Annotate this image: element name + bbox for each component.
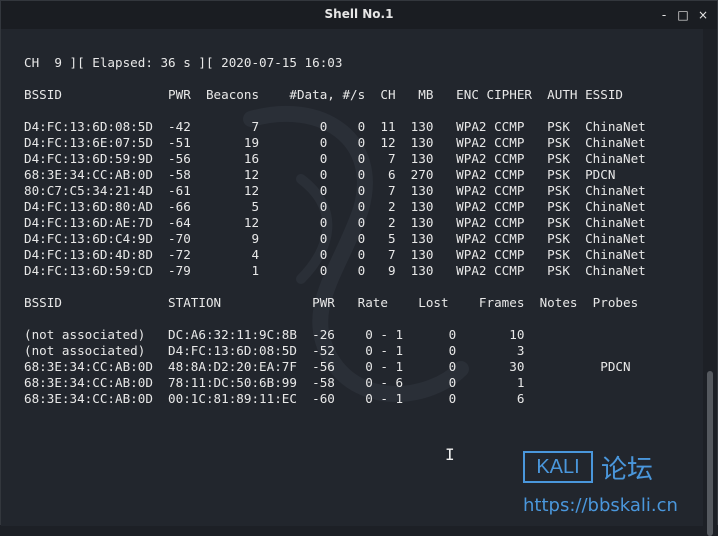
station-table-header: BSSID STATION PWR Rate Lost Frames Notes… — [24, 295, 639, 310]
ap-row: D4:FC:13:6D:C4:9D -70 9 0 0 5 130 WPA2 C… — [24, 231, 646, 246]
station-row: (not associated) DC:A6:32:11:9C:8B -26 0… — [24, 327, 525, 342]
status-line: CH 9 ][ Elapsed: 36 s ][ 2020-07-15 16:0… — [24, 55, 343, 70]
ap-row: 68:3E:34:CC:AB:0D -58 12 0 0 6 270 WPA2 … — [24, 167, 616, 182]
terminal-window: Shell No.1 - □ × CH 9 ][ Elapsed: 36 s ]… — [0, 0, 718, 536]
watermark: KALI 论坛 https://bbskali.cn — [523, 451, 713, 521]
text-cursor-icon: I — [445, 445, 455, 464]
station-row: 68:3E:34:CC:AB:0D 78:11:DC:50:6B:99 -58 … — [24, 375, 525, 390]
ap-row: D4:FC:13:6D:59:CD -79 1 0 0 9 130 WPA2 C… — [24, 263, 646, 278]
ap-row: D4:FC:13:6D:80:AD -66 5 0 0 2 130 WPA2 C… — [24, 199, 646, 214]
station-row: (not associated) D4:FC:13:6D:08:5D -52 0… — [24, 343, 525, 358]
ap-row: 80:C7:C5:34:21:4D -61 12 0 0 7 130 WPA2 … — [24, 183, 646, 198]
title-bar[interactable]: Shell No.1 - □ × — [1, 1, 717, 29]
watermark-label: 论坛 — [601, 455, 654, 485]
ap-row: D4:FC:13:6D:59:9D -56 16 0 0 7 130 WPA2 … — [24, 151, 646, 166]
close-button[interactable]: × — [695, 7, 711, 23]
watermark-url: https://bbskali.cn — [523, 495, 678, 516]
minimize-button[interactable]: - — [656, 7, 672, 23]
station-row: 68:3E:34:CC:AB:0D 48:8A:D2:20:EA:7F -56 … — [24, 359, 631, 374]
ap-row: D4:FC:13:6E:07:5D -51 19 0 0 12 130 WPA2… — [24, 135, 646, 150]
ap-row: D4:FC:13:6D:08:5D -42 7 0 0 11 130 WPA2 … — [24, 119, 646, 134]
ap-table-header: BSSID PWR Beacons #Data, #/s CH MB ENC C… — [24, 87, 623, 102]
ap-row: D4:FC:13:6D:AE:7D -64 12 0 0 2 130 WPA2 … — [24, 215, 646, 230]
station-row: 68:3E:34:CC:AB:0D 00:1C:81:89:11:EC -60 … — [24, 391, 525, 406]
window-title: Shell No.1 — [324, 7, 394, 21]
watermark-logo: KALI — [523, 451, 593, 483]
maximize-button[interactable]: □ — [675, 7, 691, 23]
ap-row: D4:FC:13:6D:4D:8D -72 4 0 0 7 130 WPA2 C… — [24, 247, 646, 262]
